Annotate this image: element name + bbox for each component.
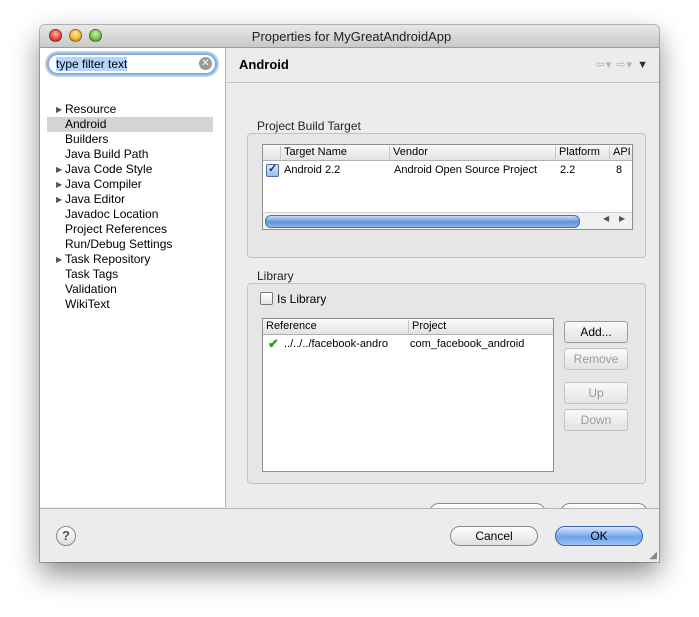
- tree-item-label: WikiText: [65, 297, 110, 311]
- page-title: Android: [239, 57, 289, 72]
- column-header[interactable]: Target Name: [280, 146, 388, 159]
- tree-item-label: Project References: [65, 222, 168, 236]
- disclosure-triangle-icon[interactable]: ▶: [56, 177, 62, 192]
- main-panel: Android ⇦▾ ⇨▾ ▼ Project Build Target Tar…: [226, 48, 659, 523]
- library-table-header: Reference Project: [263, 319, 553, 335]
- library-table: Reference Project ✔ ../../../facebook-an…: [262, 318, 554, 472]
- window-title: Properties for MyGreatAndroidApp: [251, 29, 452, 44]
- resize-grip-icon[interactable]: ◢: [649, 550, 657, 561]
- scroll-left-icon[interactable]: ◀: [603, 214, 609, 223]
- tree-item-label: Java Compiler: [65, 177, 142, 191]
- tree-item-label: Task Repository: [65, 252, 151, 266]
- tree-item[interactable]: ▶ Task Repository: [47, 252, 213, 267]
- scroll-right-icon[interactable]: ▶: [619, 214, 625, 223]
- tree-item[interactable]: Validation: [47, 282, 213, 297]
- tree-item[interactable]: ▶ Java Compiler: [47, 177, 213, 192]
- add-button[interactable]: Add...: [564, 321, 628, 343]
- tree-item[interactable]: Builders: [47, 132, 213, 147]
- build-target-group: Target Name Vendor Platform API Android …: [247, 133, 646, 258]
- tree-item[interactable]: Java Build Path: [47, 147, 213, 162]
- library-label: Library: [257, 269, 294, 283]
- disclosure-triangle-icon[interactable]: ▶: [56, 252, 62, 267]
- checkmark-icon: ✔: [268, 336, 279, 351]
- ok-button[interactable]: OK: [555, 526, 643, 546]
- cancel-button[interactable]: Cancel: [450, 526, 538, 546]
- tree-item-label: Android: [65, 117, 107, 131]
- column-header[interactable]: Platform: [555, 146, 608, 159]
- build-target-table: Target Name Vendor Platform API Android …: [262, 144, 633, 230]
- properties-dialog: Properties for MyGreatAndroidApp type fi…: [40, 25, 659, 562]
- title-bar[interactable]: Properties for MyGreatAndroidApp: [40, 25, 659, 48]
- disclosure-triangle-icon[interactable]: ▶: [56, 162, 62, 177]
- tree-item-label: Java Code Style: [65, 162, 153, 176]
- build-target-label: Project Build Target: [257, 119, 361, 133]
- disclosure-triangle-icon[interactable]: ▶: [56, 192, 62, 207]
- dialog-footer: ? Cancel OK ◢: [40, 508, 659, 562]
- up-button[interactable]: Up: [564, 382, 628, 404]
- target-api: 8: [616, 164, 623, 176]
- tree-item-label: Javadoc Location: [65, 207, 159, 221]
- column-header[interactable]: Reference: [263, 320, 406, 333]
- scroll-thumb[interactable]: [265, 215, 580, 228]
- help-icon[interactable]: ?: [56, 526, 76, 546]
- remove-button[interactable]: Remove: [564, 348, 628, 370]
- column-header[interactable]: Vendor: [389, 146, 553, 159]
- table-header: Target Name Vendor Platform API: [263, 145, 632, 161]
- column-header[interactable]: Project: [408, 320, 552, 333]
- tree-item[interactable]: Run/Debug Settings: [47, 237, 213, 252]
- tree-item[interactable]: Javadoc Location: [47, 207, 213, 222]
- filter-input[interactable]: type filter text ✕: [47, 53, 217, 75]
- tree-item-label: Run/Debug Settings: [65, 237, 173, 251]
- tree-item-label: Java Build Path: [65, 147, 149, 161]
- tree-item[interactable]: WikiText: [47, 297, 213, 312]
- is-library-label: Is Library: [277, 292, 327, 306]
- tree-item-label: Task Tags: [65, 267, 119, 281]
- disclosure-triangle-icon[interactable]: ▶: [56, 102, 62, 117]
- tree-item-label: Builders: [65, 132, 109, 146]
- target-vendor: Android Open Source Project: [394, 164, 538, 176]
- page-header: Android ⇦▾ ⇨▾ ▼: [226, 48, 659, 83]
- tree-item[interactable]: ▶ Resource: [47, 102, 213, 117]
- filter-text: type filter text: [56, 57, 128, 71]
- target-checkbox[interactable]: [266, 162, 279, 177]
- target-platform: 2.2: [560, 164, 576, 176]
- property-tree: ▶ Resource Android Builders Java Build Path ▶…: [47, 102, 213, 312]
- is-library-checkbox[interactable]: [260, 292, 273, 305]
- tree-item[interactable]: ▶ Java Editor: [47, 192, 213, 207]
- down-button[interactable]: Down: [564, 409, 628, 431]
- tree-item-label: Resource: [65, 102, 117, 116]
- tree-item[interactable]: ▶ Java Code Style: [47, 162, 213, 177]
- forward-arrow-icon[interactable]: ⇨▾: [616, 59, 633, 71]
- sidebar: type filter text ✕ ▶ Resource Android Build…: [40, 48, 226, 507]
- tree-item[interactable]: Task Tags: [47, 267, 213, 282]
- horizontal-scrollbar[interactable]: ◀ ▶: [263, 212, 632, 229]
- tree-item[interactable]: Project References: [47, 222, 213, 237]
- back-arrow-icon[interactable]: ⇦▾: [595, 59, 612, 71]
- clear-search-icon[interactable]: ✕: [199, 57, 212, 70]
- tree-item-label: Java Editor: [65, 192, 126, 206]
- target-name: Android 2.2: [284, 164, 341, 176]
- view-menu-icon[interactable]: ▼: [637, 59, 649, 71]
- library-reference: ../../../facebook-andro: [284, 338, 388, 350]
- tree-item[interactable]: Android: [47, 117, 213, 132]
- tree-item-label: Validation: [65, 282, 117, 296]
- library-group: Is Library Reference Project ✔ ../../../…: [247, 283, 646, 484]
- library-project: com_facebook_android: [410, 338, 525, 350]
- column-header[interactable]: API: [609, 146, 633, 159]
